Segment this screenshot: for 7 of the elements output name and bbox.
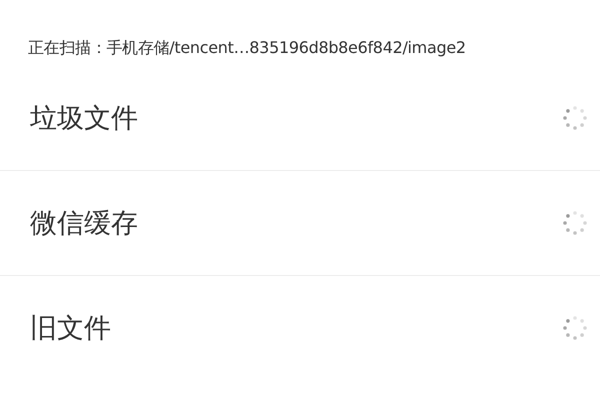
loading-spinner-icon [562,210,588,236]
category-label: 微信缓存 [30,207,138,241]
category-label: 垃圾文件 [30,102,138,136]
loading-spinner-icon [562,315,588,341]
scan-status-text: 正在扫描：手机存储/tencent…835196d8b8e6f842/image2 [28,38,466,57]
category-label: 旧文件 [30,312,111,346]
loading-spinner-icon [562,105,588,131]
